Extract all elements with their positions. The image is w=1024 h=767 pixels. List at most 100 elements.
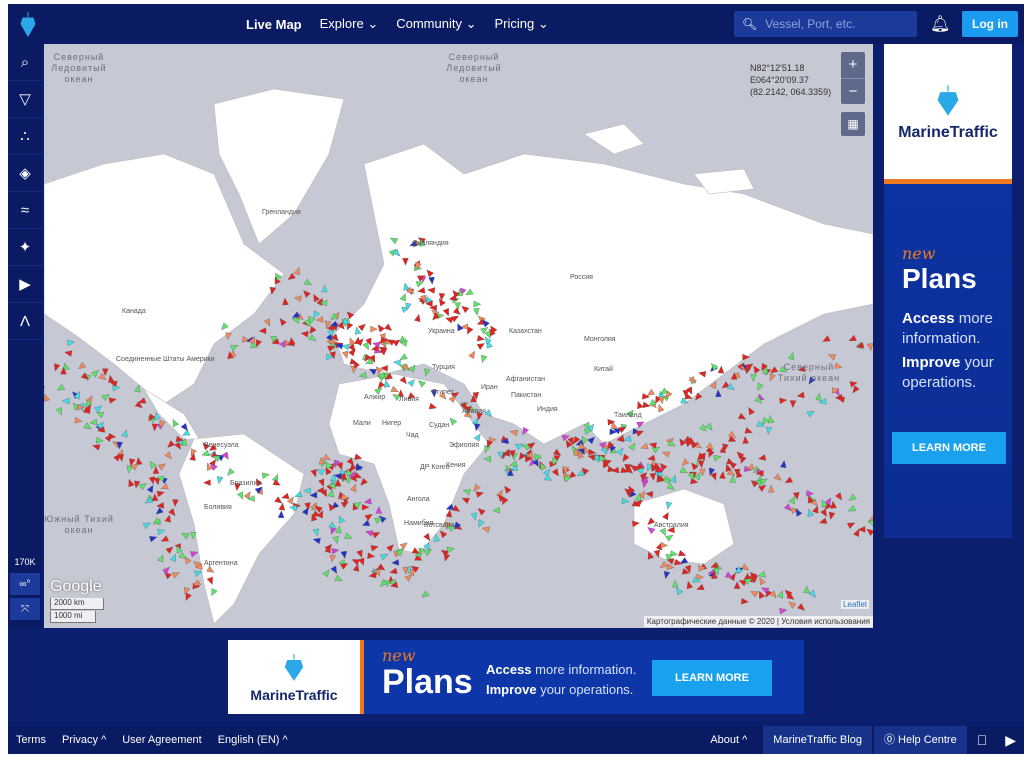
vessel-marker[interactable]: [152, 517, 162, 527]
nav-community[interactable]: Community ⌄: [396, 16, 476, 32]
vessel-marker[interactable]: [308, 334, 318, 343]
vessel-marker[interactable]: [765, 426, 773, 435]
vessel-marker[interactable]: [389, 567, 398, 576]
vessel-marker[interactable]: [154, 507, 164, 516]
vessel-marker[interactable]: [151, 493, 159, 502]
footer-blog[interactable]: MarineTraffic Blog: [763, 726, 872, 754]
vessel-marker[interactable]: [166, 440, 176, 450]
vessel-marker[interactable]: [391, 559, 400, 566]
vessel-marker[interactable]: [375, 506, 382, 514]
vessel-marker[interactable]: [461, 495, 470, 504]
footer-help-centre[interactable]: ⓪ Help Centre: [873, 726, 967, 754]
vessel-marker[interactable]: [689, 461, 699, 471]
vessel-marker[interactable]: [538, 461, 547, 471]
vessel-marker[interactable]: [737, 412, 747, 422]
vessel-marker[interactable]: [820, 508, 830, 518]
vessel-marker[interactable]: [332, 535, 341, 545]
vessel-marker[interactable]: [680, 458, 690, 468]
vessel-marker[interactable]: [819, 517, 828, 526]
vessel-marker[interactable]: [286, 272, 296, 282]
vessel-marker[interactable]: [331, 547, 340, 555]
vessel-marker[interactable]: [304, 502, 311, 511]
vessel-marker[interactable]: [827, 352, 837, 361]
vessel-marker[interactable]: [847, 505, 857, 514]
vessel-marker[interactable]: [746, 406, 755, 416]
vessel-marker[interactable]: [321, 284, 328, 293]
vessel-marker[interactable]: [52, 363, 61, 373]
vessel-marker[interactable]: [156, 489, 165, 498]
vessel-marker[interactable]: [312, 528, 320, 537]
vessel-marker[interactable]: [189, 532, 197, 540]
vessel-marker[interactable]: [336, 514, 346, 524]
vessel-marker[interactable]: [705, 422, 715, 432]
vessel-marker[interactable]: [148, 476, 156, 485]
vessel-marker[interactable]: [358, 371, 367, 379]
vessel-marker[interactable]: [316, 467, 325, 476]
vessel-marker[interactable]: [710, 472, 719, 482]
vessel-marker[interactable]: [180, 531, 190, 540]
vessel-marker[interactable]: [797, 603, 806, 613]
vessel-marker[interactable]: [769, 590, 779, 600]
vessel-marker[interactable]: [169, 553, 178, 562]
vessel-marker[interactable]: [307, 326, 317, 335]
vessel-marker[interactable]: [162, 565, 171, 575]
vessel-marker[interactable]: [768, 484, 775, 493]
footer-user-agreement[interactable]: User Agreement: [114, 734, 209, 746]
vessel-marker[interactable]: [757, 571, 766, 578]
vessel-marker[interactable]: [742, 436, 749, 444]
ad-right[interactable]: MarineTraffic new Plans Access more info…: [884, 44, 1012, 538]
vessel-marker[interactable]: [780, 460, 787, 468]
learn-more-button[interactable]: LEARN MORE: [652, 660, 772, 696]
vessel-marker[interactable]: [330, 565, 340, 575]
vessel-marker[interactable]: [61, 397, 70, 405]
vessel-marker[interactable]: [311, 293, 320, 303]
vessel-marker[interactable]: [126, 478, 135, 488]
vessel-marker[interactable]: [67, 339, 75, 347]
vessel-marker[interactable]: [628, 441, 638, 451]
vessel-marker[interactable]: [647, 454, 656, 462]
vessel-marker[interactable]: [848, 334, 857, 343]
vessel-marker[interactable]: [160, 535, 169, 544]
search-input[interactable]: 🔍︎ Vessel, Port, etc.: [734, 11, 917, 37]
vessel-marker[interactable]: [350, 483, 358, 492]
vessel-marker[interactable]: [44, 384, 46, 393]
notification-icon[interactable]: 🔔︎: [930, 14, 950, 34]
vessel-marker[interactable]: [741, 598, 749, 605]
vessel-marker[interactable]: [351, 557, 360, 566]
search-icon[interactable]: ⌕: [8, 44, 42, 81]
vessel-marker[interactable]: [690, 477, 699, 485]
vessel-marker[interactable]: [679, 466, 689, 476]
vessel-marker[interactable]: [726, 383, 736, 392]
vessel-marker[interactable]: [367, 552, 376, 560]
vessel-marker[interactable]: [142, 520, 152, 530]
vessel-marker[interactable]: [475, 490, 484, 498]
vessel-marker[interactable]: [803, 585, 810, 594]
live-map[interactable]: Северный Ледовитый океан Северный Ледовит…: [44, 44, 873, 628]
vessel-marker[interactable]: [420, 590, 430, 600]
vessel-marker[interactable]: [44, 393, 50, 402]
footer-language[interactable]: English (EN) ^: [210, 734, 296, 746]
vessel-marker[interactable]: [749, 478, 759, 488]
layers-icon[interactable]: ◈: [8, 155, 42, 192]
vessel-marker[interactable]: [371, 530, 381, 539]
vessel-marker[interactable]: [380, 552, 389, 561]
vessel-marker[interactable]: [865, 527, 873, 536]
vessel-marker[interactable]: [160, 482, 169, 491]
vessel-marker[interactable]: [312, 536, 321, 545]
vessel-marker[interactable]: [720, 381, 730, 391]
vessel-marker[interactable]: [190, 549, 199, 558]
vessel-marker[interactable]: [135, 457, 143, 466]
vessel-marker[interactable]: [364, 512, 374, 521]
vessel-marker[interactable]: [258, 327, 267, 335]
vessel-marker[interactable]: [749, 589, 759, 598]
vessel-marker[interactable]: [758, 454, 767, 462]
vessel-marker[interactable]: [587, 435, 597, 445]
vessel-marker[interactable]: [509, 428, 518, 437]
vessel-marker[interactable]: [808, 589, 818, 599]
vessel-marker[interactable]: [151, 423, 159, 432]
vessel-marker[interactable]: [685, 580, 694, 589]
vessel-marker[interactable]: [107, 374, 115, 383]
vessel-marker[interactable]: [787, 351, 796, 361]
footer-about[interactable]: About ^: [702, 734, 763, 746]
vessel-marker[interactable]: [483, 455, 491, 463]
